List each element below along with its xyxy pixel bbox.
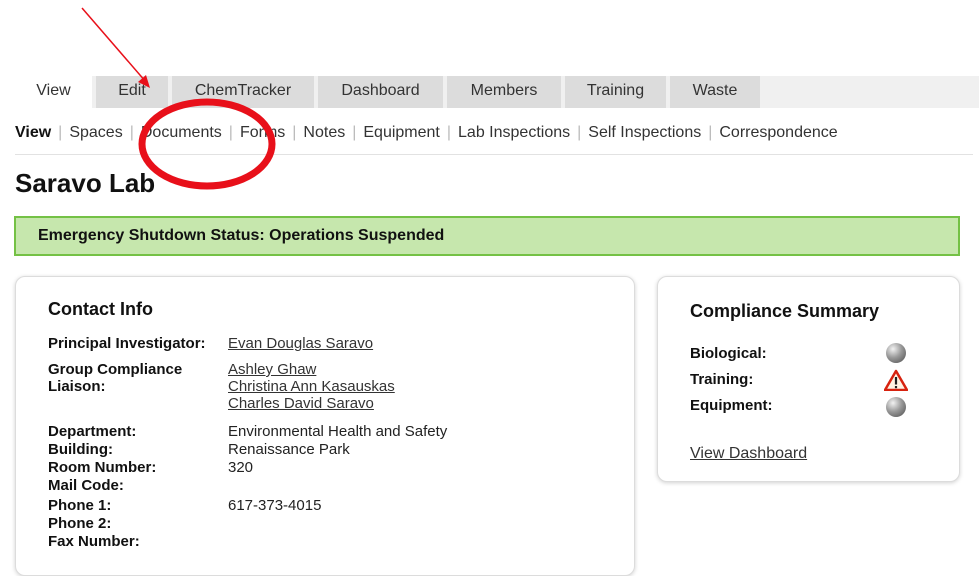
room-number-value: 320 bbox=[228, 459, 254, 476]
building-label: Building: bbox=[48, 441, 113, 458]
liaison-link[interactable]: Christina Ann Kasauskas bbox=[228, 378, 395, 395]
subnav-separator: | bbox=[446, 124, 452, 141]
phone1-label: Phone 1: bbox=[48, 497, 112, 514]
sub-navigation: View | Spaces | Documents | Forms | Notes | Equipm… bbox=[15, 124, 973, 155]
tab-edit[interactable]: Edit bbox=[96, 76, 168, 108]
tab-waste[interactable]: Waste bbox=[670, 76, 760, 108]
tab-chemtracker[interactable]: ChemTracker bbox=[172, 76, 314, 108]
subnav-separator: | bbox=[58, 124, 63, 141]
subnav-separator: | bbox=[292, 124, 297, 141]
equipment-status-icon bbox=[886, 397, 906, 417]
subnav-view[interactable]: View bbox=[15, 124, 51, 141]
pi-label: Principal Investigator: bbox=[48, 335, 206, 352]
phone1-value: 617-373-4015 bbox=[228, 497, 322, 514]
compliance-summary-title: Compliance Summary bbox=[690, 301, 880, 321]
annotation-arrow-line bbox=[81, 7, 147, 83]
contact-info-card: Contact Info Principal Investigator: Eva… bbox=[15, 276, 635, 576]
tab-view[interactable]: View bbox=[15, 76, 92, 108]
main-tabs: View Edit ChemTracker Dashboard Members … bbox=[15, 76, 979, 108]
subnav-notes[interactable]: Notes bbox=[303, 124, 345, 141]
mail-code-label: Mail Code: bbox=[48, 477, 124, 494]
department-value: Environmental Health and Safety bbox=[228, 423, 448, 440]
subnav-correspondence[interactable]: Correspondence bbox=[719, 124, 837, 141]
tab-training[interactable]: Training bbox=[565, 76, 666, 108]
department-label: Department: bbox=[48, 423, 137, 440]
pi-link[interactable]: Evan Douglas Saravo bbox=[228, 335, 373, 352]
subnav-separator: | bbox=[708, 124, 713, 141]
subnav-self-inspections[interactable]: Self Inspections bbox=[588, 124, 701, 141]
equipment-label: Equipment: bbox=[690, 397, 773, 414]
liaison-link[interactable]: Ashley Ghaw bbox=[228, 361, 316, 378]
subnav-lab-inspections[interactable]: Lab Inspections bbox=[458, 124, 570, 141]
pi-value: Evan Douglas Saravo bbox=[228, 335, 373, 352]
liaison-label-line1: Group Compliance bbox=[48, 361, 183, 378]
biological-status-icon bbox=[886, 343, 906, 363]
subnav-documents[interactable]: Documents bbox=[141, 124, 222, 141]
liaison-link[interactable]: Charles David Saravo bbox=[228, 395, 374, 412]
room-number-label: Room Number: bbox=[48, 459, 157, 476]
subnav-separator: | bbox=[129, 124, 134, 141]
biological-label: Biological: bbox=[690, 345, 767, 362]
subnav-spaces[interactable]: Spaces bbox=[69, 124, 122, 141]
tab-members[interactable]: Members bbox=[447, 76, 561, 108]
view-dashboard-link[interactable]: View Dashboard bbox=[690, 445, 807, 463]
tab-dashboard[interactable]: Dashboard bbox=[318, 76, 443, 108]
subnav-equipment[interactable]: Equipment bbox=[363, 124, 440, 141]
liaison-3: Charles David Saravo bbox=[228, 395, 374, 412]
emergency-status-banner: Emergency Shutdown Status: Operations Su… bbox=[14, 216, 960, 256]
compliance-summary-card: Compliance Summary Biological: Training:… bbox=[657, 276, 960, 482]
training-label: Training: bbox=[690, 371, 754, 388]
contact-info-title: Contact Info bbox=[48, 299, 153, 319]
building-value: Renaissance Park bbox=[228, 441, 350, 458]
liaison-2: Christina Ann Kasauskas bbox=[228, 378, 395, 395]
subnav-separator: | bbox=[352, 124, 357, 141]
subnav-separator: | bbox=[577, 124, 582, 141]
subnav-separator: | bbox=[228, 124, 233, 141]
warning-icon bbox=[884, 369, 908, 391]
liaison-label-line2: Liaison: bbox=[48, 378, 106, 395]
subnav-forms[interactable]: Forms bbox=[240, 124, 285, 141]
liaison-1: Ashley Ghaw bbox=[228, 361, 316, 378]
phone2-label: Phone 2: bbox=[48, 515, 112, 532]
fax-number-label: Fax Number: bbox=[48, 533, 140, 550]
page-title: Saravo Lab bbox=[15, 168, 156, 198]
